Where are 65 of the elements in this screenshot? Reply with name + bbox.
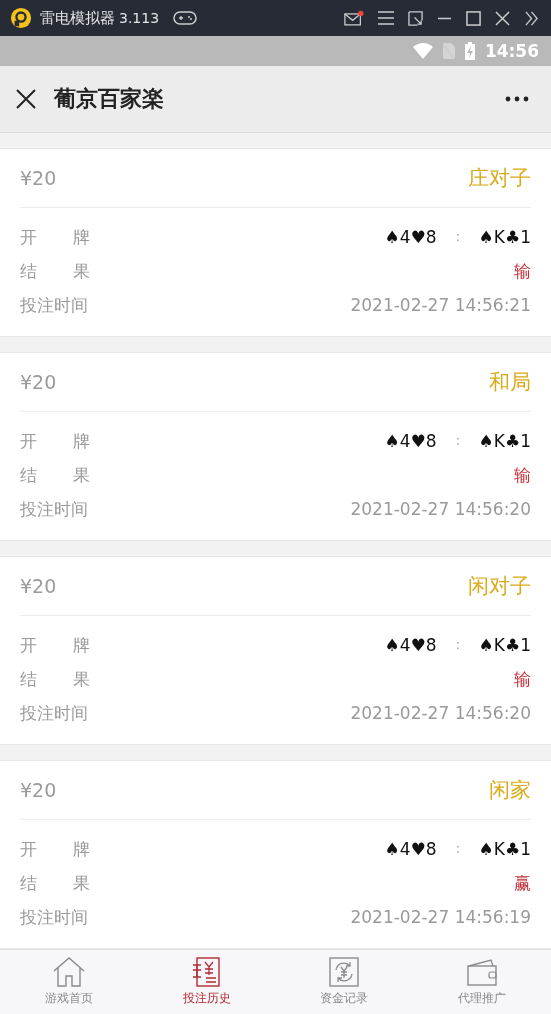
bet-type: 庄对子 — [468, 165, 531, 192]
resize-icon[interactable] — [408, 10, 423, 26]
page-title: 葡京百家楽 — [54, 85, 164, 113]
wifi-icon — [412, 43, 433, 59]
more-icon — [505, 96, 529, 102]
version-text: 3.113 — [119, 10, 160, 26]
chevrons-icon[interactable] — [524, 10, 539, 26]
separator-text: ： — [450, 432, 465, 450]
result-text: 赢 — [514, 871, 531, 895]
player-cards: ♠4♥8 — [384, 839, 437, 859]
field-label: 投注时间 — [20, 293, 88, 317]
banker-cards: ♠K♣1 — [478, 839, 531, 859]
clock-text: 14:56 — [484, 41, 539, 61]
player-cards: ♠4♥8 — [384, 635, 437, 655]
bet-time: 2021-02-27 14:56:20 — [350, 499, 531, 519]
field-label: 开 牌 — [20, 633, 90, 657]
maximize-icon[interactable] — [466, 10, 481, 26]
mail-icon[interactable] — [344, 9, 364, 27]
app-title: 雷电模拟器 — [40, 8, 115, 28]
result-text: 输 — [514, 259, 531, 283]
no-sim-icon — [442, 43, 455, 59]
field-label: 结 果 — [20, 871, 90, 895]
bet-type: 闲家 — [489, 777, 531, 804]
bet-time: 2021-02-27 14:56:21 — [350, 295, 531, 315]
nav-tab[interactable]: 游戏首页 — [0, 950, 138, 1014]
field-label: 开 牌 — [20, 837, 90, 861]
separator-text: ： — [450, 636, 465, 654]
bet-time: 2021-02-27 14:56:20 — [350, 703, 531, 723]
home-icon — [51, 957, 86, 987]
bet-time: 2021-02-27 14:56:19 — [350, 907, 531, 927]
player-cards: ♠4♥8 — [384, 431, 437, 451]
player-cards: ♠4♥8 — [384, 227, 437, 247]
exchange-icon — [329, 957, 360, 987]
banker-cards: ♠K♣1 — [478, 431, 531, 451]
gamepad-icon[interactable] — [173, 10, 198, 26]
bet-amount: ¥20 — [20, 779, 57, 801]
menu-icon[interactable] — [378, 11, 394, 25]
bet-amount: ¥20 — [20, 371, 57, 393]
field-label: 投注时间 — [20, 701, 88, 725]
field-label: 开 牌 — [20, 225, 90, 249]
ledger-icon — [191, 957, 222, 987]
bet-amount: ¥20 — [20, 167, 57, 189]
bet-type: 闲对子 — [468, 573, 531, 600]
field-label: 结 果 — [20, 463, 90, 487]
result-text: 输 — [514, 463, 531, 487]
field-label: 投注时间 — [20, 905, 88, 929]
logo-icon — [10, 7, 32, 29]
field-label: 结 果 — [20, 259, 90, 283]
close-icon — [16, 89, 36, 109]
close-icon[interactable] — [495, 10, 510, 26]
field-label: 投注时间 — [20, 497, 88, 521]
banker-cards: ♠K♣1 — [478, 227, 531, 247]
field-label: 开 牌 — [20, 429, 90, 453]
battery-icon — [464, 42, 475, 60]
nav-tab[interactable]: 投注历史 — [137, 950, 276, 1014]
field-label: 结 果 — [20, 667, 90, 691]
bet-amount: ¥20 — [20, 575, 57, 597]
separator-text: ： — [450, 840, 465, 858]
nav-tab[interactable]: 资金记录 — [275, 950, 414, 1014]
bet-type: 和局 — [489, 369, 531, 396]
banker-cards: ♠K♣1 — [478, 635, 531, 655]
wallet-icon — [466, 957, 499, 987]
separator-text: ： — [450, 228, 465, 246]
result-text: 输 — [514, 667, 531, 691]
nav-tab[interactable]: 代理推广 — [413, 950, 551, 1014]
